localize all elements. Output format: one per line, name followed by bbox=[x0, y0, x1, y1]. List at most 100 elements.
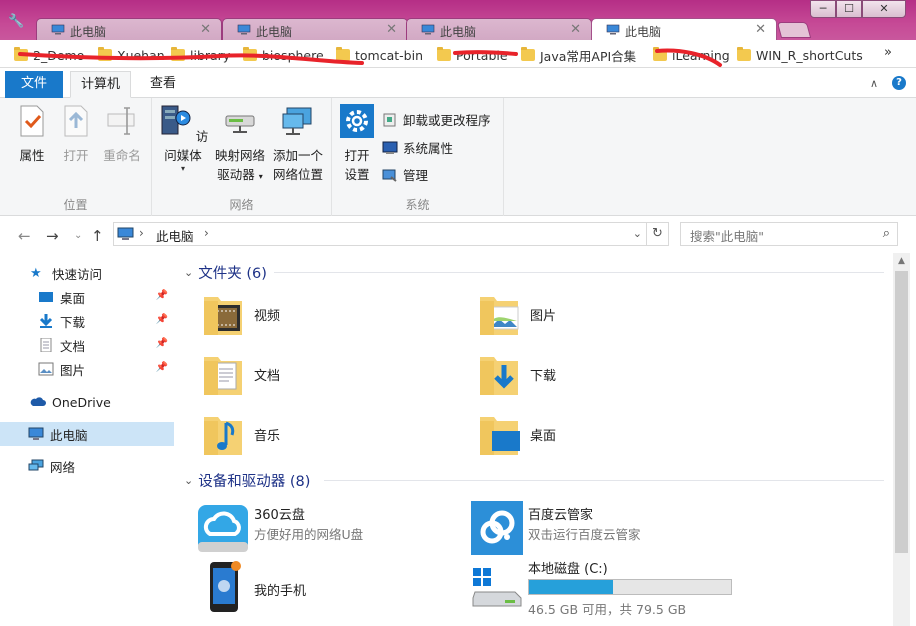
tab-close-icon[interactable]: ✕ bbox=[755, 22, 766, 37]
pin-icon[interactable]: 📌 bbox=[156, 314, 168, 325]
folder-music[interactable]: 音乐 bbox=[178, 409, 438, 461]
folder-icon bbox=[521, 47, 535, 61]
group-label: 位置 bbox=[63, 198, 88, 212]
nav-item-desktop[interactable]: 桌面 📌 bbox=[0, 285, 174, 309]
pin-icon[interactable]: 📌 bbox=[156, 290, 168, 301]
chevron-down-icon[interactable]: ⌄ bbox=[184, 474, 193, 487]
drive-local-c[interactable]: 本地磁盘 (C:) 46.5 GB 可用，共 79.5 GB bbox=[452, 558, 772, 617]
bookmark-folder[interactable]: biosphere bbox=[243, 46, 324, 64]
chevron-down-icon[interactable]: ⌄ bbox=[633, 227, 642, 240]
tab-close-icon[interactable]: ✕ bbox=[570, 22, 581, 37]
breadcrumb-separator[interactable]: › bbox=[204, 226, 209, 240]
device-my-phone[interactable]: 我的手机 bbox=[178, 558, 448, 616]
folder-documents[interactable]: 文档 bbox=[178, 349, 438, 401]
map-network-drive-button[interactable]: 映射网络 驱动器 ▾ bbox=[212, 104, 268, 186]
nav-item-pictures[interactable]: 图片 📌 bbox=[0, 357, 174, 381]
nav-item-network[interactable]: 网络 bbox=[0, 454, 174, 478]
tab-computer[interactable]: 计算机 bbox=[70, 71, 132, 98]
rename-button[interactable]: 重命名 bbox=[98, 104, 146, 165]
pictures-icon bbox=[38, 362, 54, 376]
nav-item-this-pc[interactable]: 此电脑 bbox=[0, 422, 174, 446]
properties-icon bbox=[20, 105, 44, 137]
search-icon[interactable]: ⌕ bbox=[883, 226, 890, 241]
phone-icon bbox=[210, 561, 241, 612]
downloads-folder-icon bbox=[480, 357, 518, 395]
refresh-button[interactable]: ↻ bbox=[647, 222, 669, 246]
folder-pictures[interactable]: 图片 bbox=[454, 289, 714, 341]
tab-close-icon[interactable]: ✕ bbox=[386, 22, 397, 37]
manage-button[interactable]: 管理 bbox=[382, 165, 428, 184]
address-row: ← → ⌄ ↑ › 此电脑 › ⌄ ↻ 搜索"此电脑" ⌕ bbox=[0, 217, 916, 253]
folder-downloads[interactable]: 下载 bbox=[454, 349, 714, 401]
bookmark-folder[interactable]: WIN_R_shortCuts bbox=[737, 46, 863, 64]
ribbon-collapse-button[interactable]: ∧ bbox=[870, 77, 878, 90]
computer-icon bbox=[606, 24, 620, 35]
devices-section-header[interactable]: ⌄ 设备和驱动器 (8) bbox=[184, 470, 310, 491]
tab-2[interactable]: 此电脑 ✕ bbox=[222, 18, 408, 40]
close-button[interactable]: ✕ bbox=[862, 0, 906, 18]
tab-file[interactable]: 文件 bbox=[5, 71, 63, 98]
folders-section-header[interactable]: ⌄ 文件夹 (6) bbox=[184, 262, 267, 283]
scrollbar-thumb[interactable] bbox=[895, 271, 908, 553]
drive-360-cloud[interactable]: 360云盘 方便好用的网络U盘 bbox=[178, 504, 448, 562]
tab-label: 此电脑 bbox=[440, 25, 477, 39]
folder-icon bbox=[336, 47, 350, 61]
tab-3[interactable]: 此电脑 ✕ bbox=[406, 18, 592, 40]
group-label: 系统 bbox=[405, 198, 430, 212]
access-media-button[interactable]: 访问媒体 ▾ bbox=[155, 104, 211, 173]
wrench-icon[interactable]: 🔧 bbox=[8, 14, 26, 30]
chevron-down-icon[interactable]: ⌄ bbox=[184, 266, 193, 279]
tab-1[interactable]: 此电脑 ✕ bbox=[36, 18, 222, 40]
folder-desktop[interactable]: 桌面 bbox=[454, 409, 714, 461]
open-settings-button[interactable]: 打开 设置 bbox=[340, 104, 374, 184]
search-input[interactable]: 搜索"此电脑" ⌕ bbox=[680, 222, 898, 246]
desktop-folder-icon bbox=[480, 417, 520, 455]
open-button[interactable]: 打开 bbox=[58, 104, 94, 165]
vertical-scrollbar[interactable]: ▲ bbox=[893, 253, 910, 626]
bookmark-folder[interactable]: Portable bbox=[437, 46, 508, 64]
nav-item-quick-access[interactable]: ★ 快速访问 bbox=[0, 261, 174, 285]
bookmark-folder[interactable]: 2_Demo bbox=[14, 46, 84, 64]
bookmark-folder[interactable]: Xuehan bbox=[98, 46, 165, 64]
minimize-button[interactable]: ─ bbox=[810, 0, 836, 18]
bookmark-folder[interactable]: tomcat-bin bbox=[336, 46, 423, 64]
maximize-button[interactable]: ☐ bbox=[836, 0, 862, 18]
bookmark-folder[interactable]: iLearning bbox=[653, 46, 730, 64]
bookmark-folder[interactable]: Java常用API合集 bbox=[521, 46, 636, 64]
pin-icon[interactable]: 📌 bbox=[156, 338, 168, 349]
forward-arrow-icon[interactable]: → bbox=[46, 227, 59, 245]
recent-locations-icon[interactable]: ⌄ bbox=[74, 230, 82, 241]
uninstall-programs-button[interactable]: 卸载或更改程序 bbox=[382, 110, 491, 129]
properties-button[interactable]: 属性 bbox=[14, 104, 50, 165]
folder-videos[interactable]: 视频 bbox=[178, 289, 438, 341]
ribbon: 属性 打开 重命名 位置 访问媒体 ▾ 映射网络 驱动器 ▾ 添加一个 网络位置… bbox=[0, 98, 916, 216]
360-cloud-icon bbox=[198, 505, 248, 552]
breadcrumb-separator[interactable]: › bbox=[139, 226, 144, 240]
new-tab-button[interactable] bbox=[776, 22, 812, 38]
system-properties-icon bbox=[382, 141, 398, 154]
address-bar[interactable]: › 此电脑 › ⌄ bbox=[113, 222, 647, 246]
breadcrumb-this-pc[interactable]: 此电脑 bbox=[156, 226, 194, 245]
nav-item-documents[interactable]: 文档 📌 bbox=[0, 333, 174, 357]
tab-view[interactable]: 查看 bbox=[140, 71, 186, 98]
computer-icon bbox=[421, 24, 435, 35]
bookmark-folder[interactable]: library bbox=[171, 46, 230, 64]
dropdown-arrow-icon: ▾ bbox=[180, 164, 185, 173]
tab-4-active[interactable]: 此电脑 ✕ bbox=[591, 18, 777, 41]
system-properties-button[interactable]: 系统属性 bbox=[382, 138, 453, 157]
back-arrow-icon[interactable]: ← bbox=[18, 227, 31, 245]
music-folder-icon bbox=[204, 417, 242, 455]
tab-close-icon[interactable]: ✕ bbox=[200, 22, 211, 37]
nav-item-onedrive[interactable]: OneDrive bbox=[0, 390, 174, 414]
network-location-icon bbox=[282, 107, 312, 135]
bookmarks-overflow-button[interactable]: » bbox=[884, 45, 892, 60]
drive-baidu-cloud[interactable]: 百度云管家 双击运行百度云管家 bbox=[452, 501, 752, 562]
pin-icon[interactable]: 📌 bbox=[156, 362, 168, 373]
scroll-up-icon[interactable]: ▲ bbox=[893, 253, 910, 270]
help-icon[interactable]: ? bbox=[892, 76, 906, 90]
nav-item-downloads[interactable]: 下载 📌 bbox=[0, 309, 174, 333]
add-network-location-button[interactable]: 添加一个 网络位置 bbox=[268, 104, 328, 184]
section-divider bbox=[324, 480, 884, 481]
up-arrow-icon[interactable]: ↑ bbox=[91, 227, 104, 245]
capacity-bar-fill bbox=[529, 580, 613, 594]
